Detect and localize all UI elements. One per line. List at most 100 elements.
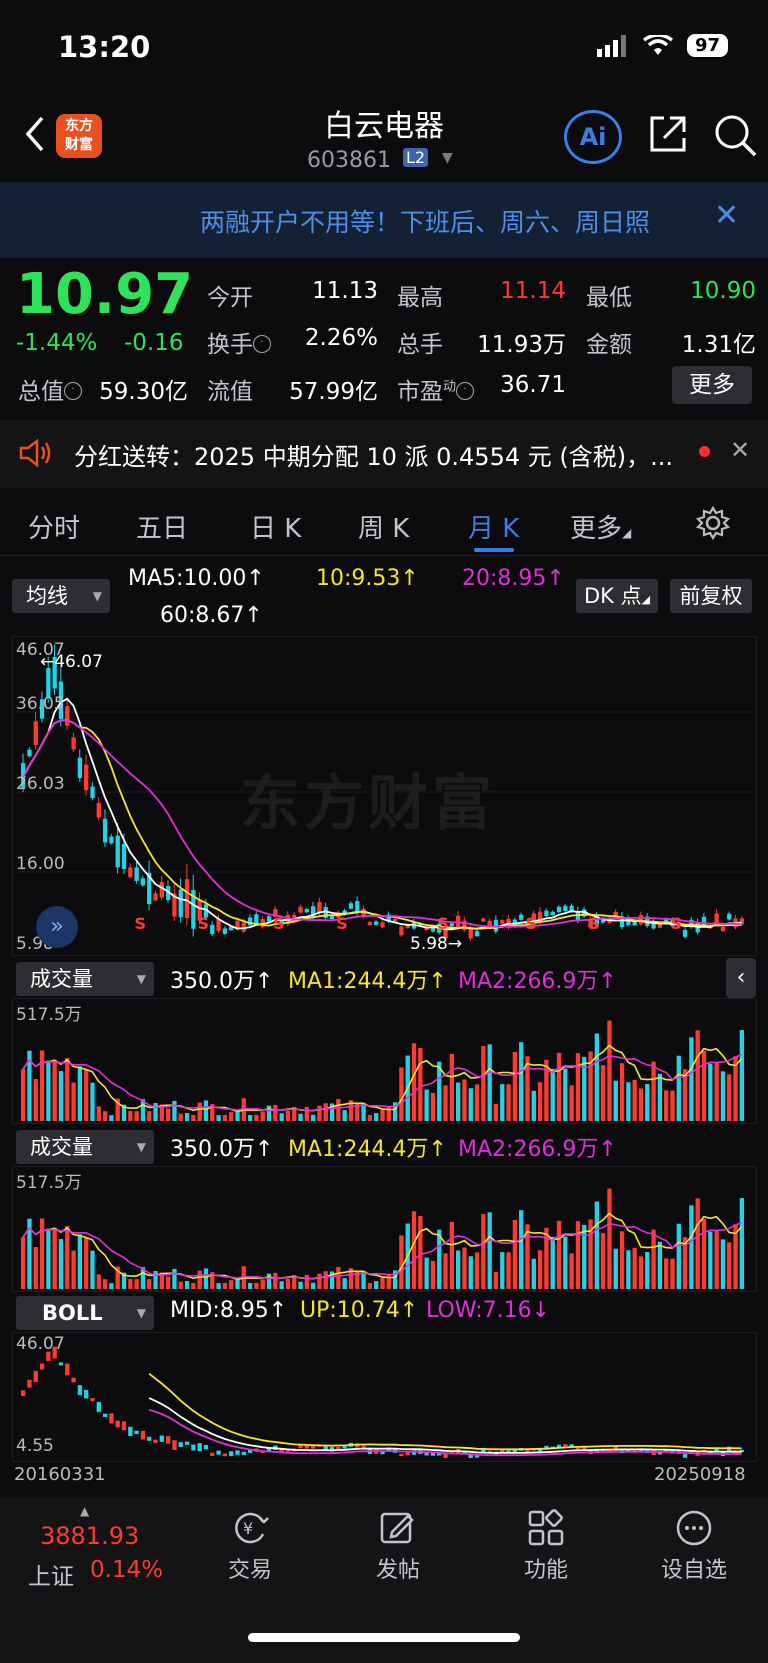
ma20-value: 20:8.95↑ <box>462 566 565 591</box>
boll-candle <box>172 1440 177 1450</box>
boll-candle <box>399 1453 404 1457</box>
nav-function[interactable]: 功能 <box>486 1508 606 1584</box>
volume-bar <box>128 1279 133 1289</box>
boll-indicator-select[interactable]: BOLL ▼ <box>16 1296 154 1330</box>
banner-text[interactable]: 两融开户不用等！下班后、周六、周日照 <box>200 203 688 239</box>
nav-watchlist[interactable]: 设自选 <box>634 1508 754 1584</box>
volume-bar <box>229 1280 234 1289</box>
search-icon[interactable] <box>712 112 758 158</box>
volume-bar <box>367 1115 373 1121</box>
tab-daily-k[interactable]: 日 K <box>250 508 301 545</box>
nav-post[interactable]: 发帖 <box>338 1508 458 1584</box>
close-icon[interactable]: ✕ <box>714 198 739 233</box>
volume-bar <box>512 1051 518 1121</box>
volume-bar <box>374 1113 379 1121</box>
boll-candle <box>102 1413 108 1417</box>
tab-five-day[interactable]: 五日 <box>136 508 188 545</box>
volume-bar <box>247 1115 253 1121</box>
candle-body <box>500 920 505 924</box>
candle-body <box>77 757 83 778</box>
volume-bar <box>418 1215 423 1289</box>
turnover-label: 换手 · <box>207 325 271 359</box>
change-amount: -0.16 <box>124 330 184 356</box>
volume-bar <box>575 1053 581 1121</box>
open-label: 今开 <box>207 285 253 311</box>
volume-bar <box>657 1073 663 1121</box>
boll-candle <box>21 1390 26 1397</box>
candle-body <box>222 928 228 934</box>
ai-button[interactable]: Ai <box>564 110 622 164</box>
volume-value: 350.0万↑ <box>170 969 274 994</box>
volume-bar <box>456 1250 461 1289</box>
dk-point-button[interactable]: DK 点◢ <box>576 579 658 613</box>
volume-bar <box>739 1198 744 1289</box>
more-button[interactable]: 更多 <box>672 366 752 404</box>
candle-body <box>720 926 726 932</box>
candle-body <box>178 889 183 918</box>
close-icon[interactable]: ✕ <box>730 436 750 464</box>
volume-bar <box>418 1047 423 1121</box>
boll-candle <box>311 1446 316 1449</box>
home-indicator <box>248 1633 520 1642</box>
volume-plot[interactable] <box>13 999 758 1125</box>
volume-indicator-select[interactable]: 成交量 ▼ <box>16 962 154 996</box>
volume-bar <box>65 1058 70 1121</box>
adjust-button[interactable]: 前复权 <box>670 579 752 613</box>
index-pct[interactable]: 0.14% <box>90 1557 163 1583</box>
volume-bar <box>594 1201 599 1289</box>
index-name[interactable]: 上证 <box>28 1557 74 1591</box>
volume-bar <box>563 1068 568 1121</box>
candle-body <box>184 879 190 918</box>
volume-bar <box>58 1071 64 1121</box>
chevron-down-icon[interactable]: ▼ <box>442 150 453 166</box>
tab-more[interactable]: 更多◢ <box>570 508 631 545</box>
boll-candle <box>147 1436 152 1441</box>
collapse-arrow-icon[interactable]: ‹ <box>726 958 756 998</box>
volume-plot-2[interactable] <box>13 1167 758 1293</box>
boll-candle <box>128 1426 133 1437</box>
boll-candle <box>33 1370 38 1382</box>
share-icon[interactable] <box>646 112 690 156</box>
l2-badge[interactable]: L2 <box>403 148 429 167</box>
boll-candle <box>235 1450 240 1455</box>
volume-bar <box>411 1043 417 1121</box>
boll-up: UP:10.74↑ <box>300 1298 419 1323</box>
boll-candle <box>166 1436 171 1444</box>
volume-bar <box>493 1103 499 1121</box>
boll-candle <box>203 1444 209 1450</box>
index-value[interactable]: 3881.93 <box>40 1522 139 1550</box>
volume-bar <box>607 1188 612 1289</box>
volume-indicator-select-2[interactable]: 成交量 ▼ <box>16 1130 154 1164</box>
boll-candle <box>184 1441 190 1445</box>
stock-code[interactable]: 603861 <box>307 148 391 173</box>
sell-signal-marker: S <box>437 914 449 933</box>
volume-bar <box>645 1083 650 1121</box>
volume-chart-2[interactable] <box>12 1166 757 1292</box>
tab-monthly-k[interactable]: 月 K <box>468 508 519 545</box>
more-dots-icon <box>676 1510 712 1546</box>
volume-bar <box>247 1283 253 1289</box>
candle-body <box>27 749 32 757</box>
notice-text[interactable]: 分红送转：2025 中期分配 10 派 0.4554 元 (含税)，... <box>74 437 680 472</box>
volume-bar <box>720 1071 726 1121</box>
volume-bar <box>336 1267 341 1289</box>
boll-chart[interactable] <box>12 1332 757 1462</box>
boll-plot[interactable] <box>13 1333 758 1463</box>
indicator-select[interactable]: 均线 ▼ <box>12 579 110 613</box>
expand-icon[interactable]: » <box>36 906 78 948</box>
volume-bar <box>676 1223 681 1289</box>
status-icons: 97 <box>596 34 728 57</box>
tab-weekly-k[interactable]: 周 K <box>358 508 409 545</box>
volume-bar <box>638 1256 644 1289</box>
candle-body <box>241 922 246 932</box>
boll-upper-line <box>148 1372 742 1451</box>
boll-candle <box>197 1443 202 1452</box>
volume-chart[interactable] <box>12 998 757 1124</box>
volume-bar <box>172 1268 177 1289</box>
volume-bar <box>298 1281 303 1289</box>
volume-bar <box>708 1063 713 1121</box>
gear-icon[interactable] <box>696 506 730 540</box>
volume-bar <box>304 1106 309 1121</box>
nav-trade[interactable]: ¥ 交易 <box>190 1508 310 1584</box>
tab-intraday[interactable]: 分时 <box>28 508 80 545</box>
